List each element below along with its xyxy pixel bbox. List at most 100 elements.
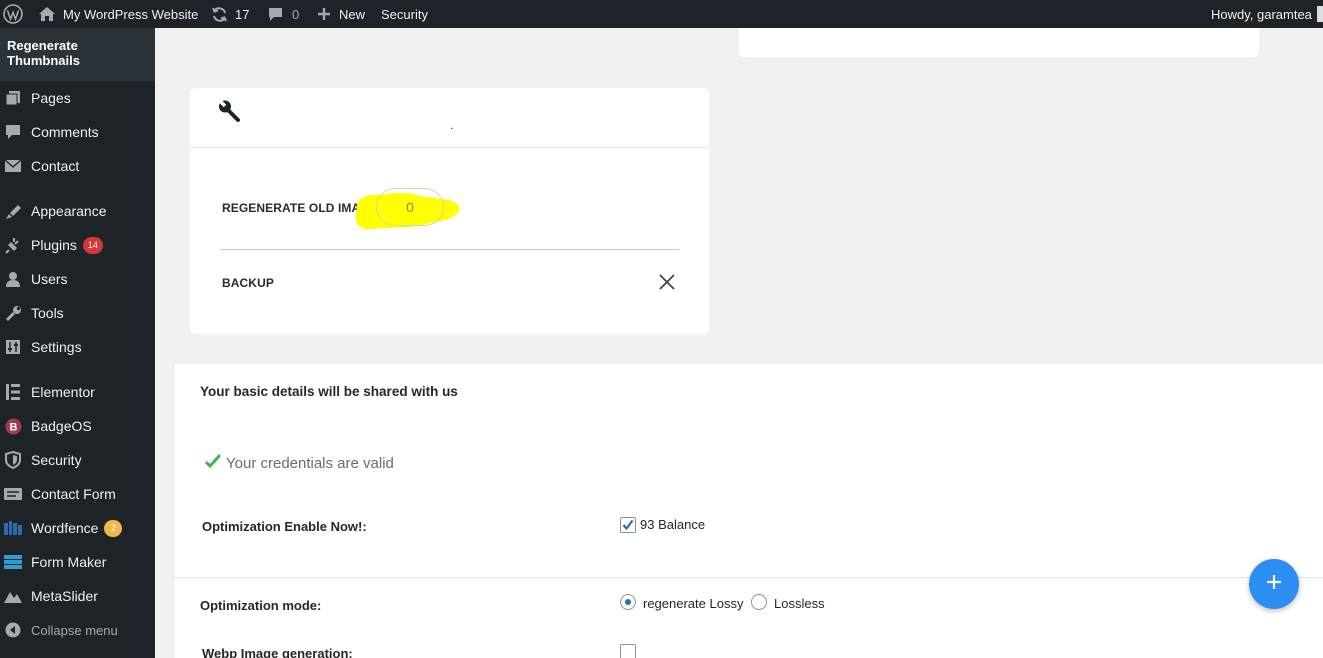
updates-icon — [211, 6, 228, 23]
details-panel: Your basic details will be shared with u… — [175, 364, 1323, 658]
users-icon — [4, 270, 22, 288]
details-title: Your basic details will be shared with u… — [200, 384, 458, 399]
comments-link[interactable]: 0 — [268, 0, 299, 28]
add-fab-button[interactable] — [1249, 559, 1299, 609]
admin-sidebar: Regenerate Thumbnails Pages Comments Con… — [0, 28, 155, 658]
wrench-icon — [217, 99, 241, 128]
sidebar-item-label: Users — [31, 271, 68, 287]
wordpress-logo-icon[interactable] — [2, 0, 24, 28]
sidebar-item-label: MetaSlider — [31, 588, 98, 604]
sidebar-item-label: Appearance — [31, 203, 107, 219]
sidebar-item-contact-form[interactable]: Contact Form — [0, 479, 155, 509]
home-icon — [38, 6, 56, 22]
sidebar-item-pages[interactable]: Pages — [0, 83, 155, 113]
sidebar-item-form-maker[interactable]: Form Maker — [0, 547, 155, 577]
collapse-icon — [4, 621, 22, 639]
checkmark-icon — [204, 453, 222, 473]
comment-bubble-icon — [268, 7, 283, 22]
top-card — [739, 28, 1259, 58]
row-divider — [220, 249, 679, 250]
sidebar-item-label: Plugins — [31, 237, 77, 253]
sidebar-item-badgeos[interactable]: B BadgeOS — [0, 411, 155, 441]
card-header-divider — [190, 147, 709, 148]
balance-text: 93 Balance — [640, 517, 706, 532]
lossless-radio[interactable] — [751, 594, 767, 610]
howdy-text: Howdy, garamtea — [1211, 6, 1312, 22]
sidebar-item-comments[interactable]: Comments — [0, 117, 155, 147]
sidebar-item-label: Settings — [31, 339, 82, 355]
tools-icon — [4, 304, 22, 322]
sidebar-item-label: Elementor — [31, 384, 95, 400]
svg-text:B: B — [9, 421, 17, 433]
sidebar-item-security[interactable]: Security — [0, 445, 155, 475]
sidebar-item-label: Form Maker — [31, 554, 107, 570]
balance-checkbox[interactable] — [620, 517, 636, 533]
backup-label: BACKUP — [222, 276, 274, 290]
sidebar-item-label: Wordfence — [31, 520, 99, 536]
optimization-enable-label: Optimization Enable Now!: — [202, 519, 367, 534]
security-label: Security — [381, 6, 428, 22]
appearance-icon — [4, 202, 22, 220]
pages-icon — [4, 89, 22, 107]
regenerate-count: 0 — [406, 199, 414, 215]
contact-form-icon — [4, 485, 22, 503]
updates-count: 17 — [235, 6, 250, 22]
header-dot: . — [450, 118, 454, 132]
security-link[interactable]: Security — [381, 0, 428, 28]
lossless-option-label: Lossless — [774, 596, 825, 611]
site-home-link[interactable]: My WordPress Website — [38, 0, 198, 28]
my-account-link[interactable]: Howdy, garamtea — [1211, 0, 1323, 28]
avatar — [1316, 6, 1323, 22]
wordfence-icon — [4, 519, 22, 537]
plus-icon — [1266, 574, 1282, 595]
metaslider-icon — [4, 587, 22, 605]
wordfence-badge: 2 — [104, 520, 123, 537]
sidebar-item-label: Pages — [31, 90, 71, 106]
credentials-status: Your credentials are valid — [226, 455, 394, 472]
sidebar-item-appearance[interactable]: Appearance — [0, 196, 155, 226]
tools-card: . REGENERATE OLD IMAGES 0 BACKUP — [190, 88, 709, 334]
shield-icon — [4, 451, 22, 469]
sidebar-item-label: BadgeOS — [31, 418, 92, 434]
contact-icon — [4, 157, 22, 175]
admin-bar: My WordPress Website 17 0 New Security H… — [0, 0, 1323, 28]
plugins-icon — [4, 236, 22, 254]
close-icon[interactable] — [659, 274, 675, 295]
sidebar-item-users[interactable]: Users — [0, 264, 155, 294]
site-name: My WordPress Website — [63, 6, 199, 22]
optimization-mode-label: Optimization mode: — [200, 598, 322, 613]
lossy-radio[interactable] — [620, 594, 636, 610]
sidebar-item-label: Comments — [31, 124, 99, 140]
sidebar-item-label: Security — [31, 452, 82, 468]
regenerate-count-toggle[interactable]: 0 — [376, 188, 444, 226]
sidebar-item-elementor[interactable]: Elementor — [0, 377, 155, 407]
section-divider — [175, 577, 1323, 578]
plugins-update-badge: 14 — [82, 237, 103, 254]
current-menu-item[interactable]: Regenerate Thumbnails — [0, 28, 155, 81]
sidebar-item-tools[interactable]: Tools — [0, 298, 155, 328]
sidebar-item-contact[interactable]: Contact — [0, 151, 155, 181]
badgeos-icon: B — [4, 417, 22, 435]
current-menu-label: Regenerate Thumbnails — [7, 38, 80, 68]
new-label: New — [339, 6, 366, 22]
new-content-link[interactable]: New — [317, 0, 365, 28]
sidebar-item-label: Collapse menu — [31, 623, 118, 638]
sidebar-item-label: Tools — [31, 305, 64, 321]
sidebar-item-metaslider[interactable]: MetaSlider — [0, 581, 155, 611]
form-maker-icon — [4, 553, 22, 571]
sidebar-item-plugins[interactable]: Plugins 14 — [0, 230, 155, 260]
sidebar-item-label: Contact Form — [31, 486, 116, 502]
sidebar-item-wordfence[interactable]: Wordfence 2 — [0, 513, 155, 543]
sidebar-item-label: Contact — [31, 158, 80, 174]
comments-icon — [4, 123, 22, 141]
collapse-menu-button[interactable]: Collapse menu — [0, 615, 155, 645]
elementor-icon — [4, 383, 22, 401]
lossy-option-label: regenerate Lossy — [643, 596, 744, 611]
sidebar-item-settings[interactable]: Settings — [0, 332, 155, 362]
webp-checkbox[interactable] — [620, 644, 636, 658]
updates-link[interactable]: 17 — [211, 0, 249, 28]
settings-icon — [4, 338, 22, 356]
comments-count: 0 — [292, 6, 300, 22]
plus-icon — [317, 7, 331, 21]
webp-generation-label: Webp Image generation: — [202, 646, 353, 658]
